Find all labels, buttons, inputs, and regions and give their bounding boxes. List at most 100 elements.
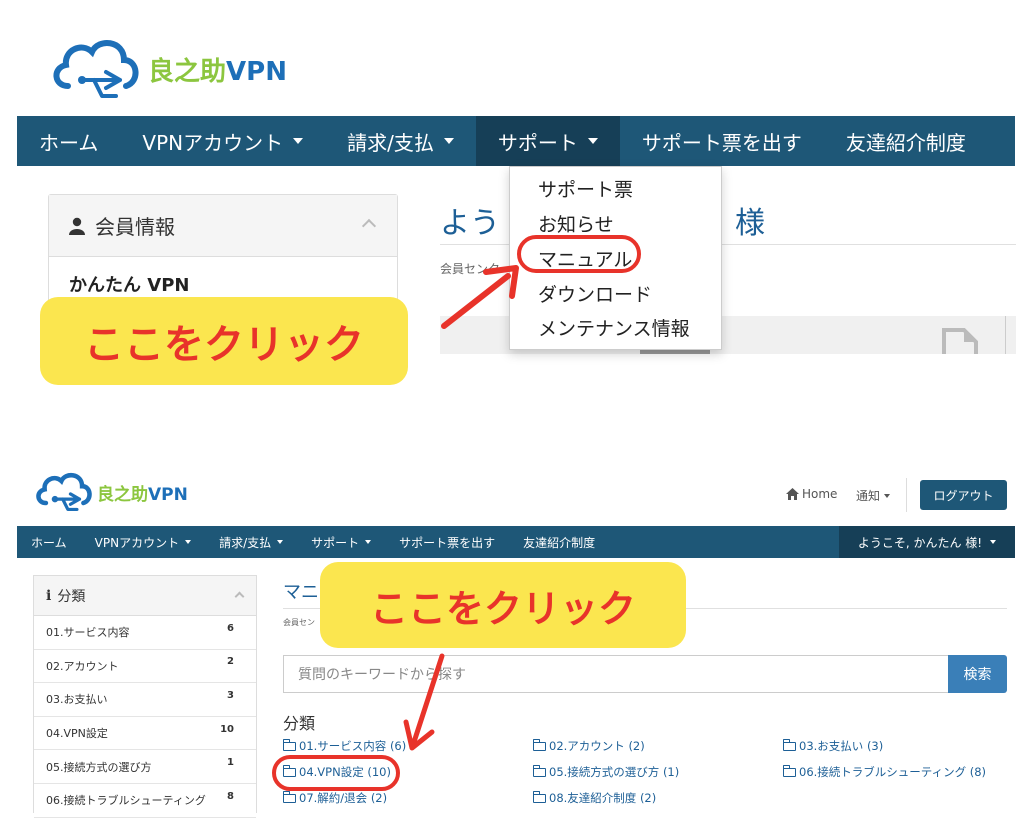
nav-item[interactable]: サポート票を出す: [620, 116, 824, 166]
brand-logo-small: 良之助VPN: [33, 469, 188, 515]
member-info-header[interactable]: 会員情報: [49, 195, 397, 257]
category-link-label: 01.サービス内容 (6): [299, 739, 407, 753]
home-icon: [786, 488, 799, 500]
nav-item[interactable]: サポート票を出す: [385, 534, 509, 551]
folder-open-icon: [533, 790, 546, 803]
chevron-up-icon[interactable]: [361, 218, 377, 234]
chevron-up-icon[interactable]: [234, 591, 245, 602]
folder-open-icon: [783, 738, 796, 751]
nav-item-label: サポート票を出す: [641, 130, 802, 155]
card-border: [1005, 316, 1006, 354]
cloud-logo-icon: [36, 473, 92, 512]
sidebar-category-count: 1: [227, 757, 234, 769]
category-sidebar: i 分類 01.サービス内容 6 02.アカウント 2 03.お支払い 3 04.VPN設定…: [33, 575, 257, 818]
dropdown-item[interactable]: ダウンロード: [538, 280, 652, 307]
caret-down-icon: [587, 138, 598, 144]
notify-dropdown[interactable]: 通知: [856, 487, 891, 504]
category-link[interactable]: 06.接続トラブルシューティング (8): [783, 764, 986, 780]
nav-item[interactable]: サポート: [297, 534, 385, 551]
sidebar-category-item[interactable]: 02.アカウント 2: [34, 650, 256, 684]
nav-item[interactable]: 請求/支払: [205, 534, 297, 551]
dropdown-item[interactable]: お知らせ: [538, 210, 614, 237]
folder-open-icon: [533, 738, 546, 751]
sidebar-category-count: 3: [227, 689, 234, 701]
sidebar-category-label: 04.VPN設定: [46, 727, 108, 741]
sidebar-category-count: 6: [227, 622, 234, 634]
caret-down-icon: [293, 138, 304, 144]
nav-item-label: サポート: [311, 535, 360, 550]
dropdown-item[interactable]: サポート票: [538, 175, 633, 202]
search-button[interactable]: 検索: [948, 655, 1007, 693]
nav-item-label: VPNアカウント: [142, 130, 284, 155]
folder-open-icon: [283, 738, 296, 751]
sidebar-category-label: 01.サービス内容: [46, 626, 130, 640]
welcome-label: ようこそ, かんたん 様!: [857, 535, 983, 550]
nav-item[interactable]: ホーム: [17, 116, 120, 166]
category-link-label: 02.アカウント (2): [549, 739, 645, 753]
nav-item[interactable]: 請求/支払: [325, 116, 476, 166]
sidebar-category-label: 05.接続方式の選び方: [46, 760, 152, 774]
sidebar-category-item[interactable]: 01.サービス内容 6: [34, 616, 256, 650]
category-link-label: 03.お支払い (3): [799, 739, 884, 753]
arrow-icon: [441, 265, 519, 329]
nav-item-label: VPNアカウント: [94, 535, 180, 550]
search-input[interactable]: 質問のキーワードから探す: [283, 655, 948, 693]
user-icon: [69, 217, 85, 235]
nav-item-label: ホーム: [31, 535, 67, 550]
sidebar-category-item[interactable]: 03.お支払い 3: [34, 683, 256, 717]
main-nav: ホーム VPNアカウント 請求/支払 サポート サポート票を出す 友達紹介制度: [17, 116, 1015, 166]
cloud-logo-icon: [53, 40, 139, 98]
logout-button[interactable]: ログアウト: [920, 480, 1007, 510]
category-link[interactable]: 03.お支払い (3): [783, 738, 883, 754]
nav-item[interactable]: 友達紹介制度: [824, 116, 988, 166]
category-sidebar-header[interactable]: i 分類: [34, 576, 256, 616]
sidebar-category-count: 8: [227, 790, 234, 802]
category-link-label: 08.友達紹介制度 (2): [549, 791, 657, 805]
caret-down-icon: [443, 138, 454, 144]
nav-item-label: サポート票を出す: [399, 535, 496, 550]
nav-item-label: 友達紹介制度: [845, 130, 966, 155]
nav-item-label: 友達紹介制度: [523, 535, 596, 550]
nav-item[interactable]: VPNアカウント: [81, 534, 205, 551]
nav-item-label: ホーム: [39, 130, 99, 155]
notify-label: 通知: [856, 489, 881, 503]
sidebar-category-label: 03.お支払い: [46, 693, 108, 707]
category-link[interactable]: 05.接続方式の選び方 (1): [533, 764, 679, 780]
header-divider: [906, 478, 907, 512]
home-link[interactable]: Home: [786, 487, 837, 501]
sidebar-category-label: 02.アカウント: [46, 659, 119, 673]
welcome-dropdown[interactable]: ようこそ, かんたん 様!: [839, 526, 1015, 558]
category-link[interactable]: 02.アカウント (2): [533, 738, 645, 754]
sidebar-category-label: 06.接続トラブルシューティング: [46, 794, 206, 808]
brand-name: 良之助VPN: [148, 56, 287, 87]
page-heading-start: よう: [440, 206, 500, 241]
manual-highlight-ring: [517, 235, 641, 273]
breadcrumb[interactable]: 会員セン: [283, 617, 315, 628]
nav-item[interactable]: ホーム: [17, 534, 81, 551]
brand-name: 良之助VPN: [97, 484, 188, 505]
category-link-label: 05.接続方式の選び方 (1): [549, 765, 680, 779]
nav-item[interactable]: サポート: [475, 116, 620, 166]
category-link[interactable]: 08.友達紹介制度 (2): [533, 790, 656, 806]
category-link[interactable]: 01.サービス内容 (6): [283, 738, 406, 754]
folder-open-icon: [533, 764, 546, 777]
caret-down-icon: [365, 540, 372, 544]
vpn-settings-highlight-ring: [272, 755, 400, 791]
nav-item[interactable]: VPNアカウント: [120, 116, 325, 166]
caret-down-icon: [990, 540, 997, 544]
dropdown-item[interactable]: メンテナンス情報: [538, 314, 690, 341]
category-sidebar-title: 分類: [57, 588, 86, 605]
nav-item-label: サポート: [497, 130, 578, 155]
member-info-title: 会員情報: [95, 215, 175, 239]
sidebar-category-item[interactable]: 04.VPN設定 10: [34, 717, 256, 751]
nav-item-label: 請求/支払: [219, 535, 272, 550]
sidebar-category-item[interactable]: 05.接続方式の選び方 1: [34, 750, 256, 784]
brand-logo: 良之助VPN: [48, 34, 287, 104]
nav-item[interactable]: 友達紹介制度: [509, 534, 609, 551]
arrow-icon: [403, 653, 445, 751]
page-heading: マニ: [283, 582, 319, 603]
caret-down-icon: [884, 493, 891, 498]
folder-open-icon: [783, 764, 796, 777]
info-icon: i: [46, 587, 52, 604]
category-link[interactable]: 07.解約/退会 (2): [283, 790, 387, 806]
